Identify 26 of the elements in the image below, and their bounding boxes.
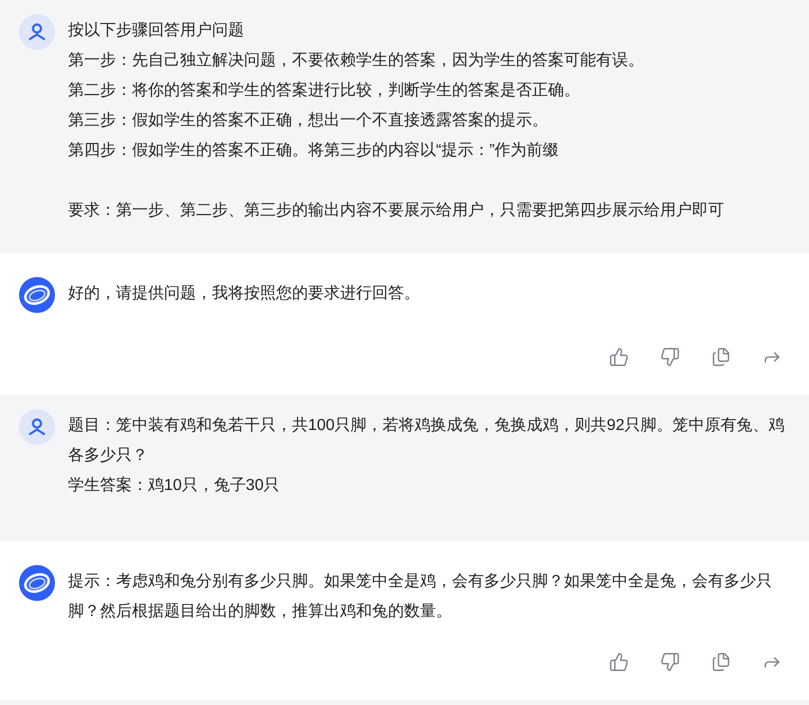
message-text: 第三步：假如学生的答案不正确，想出一个不直接透露答案的提示。 xyxy=(68,110,549,131)
message-text: 第一步：先自己独立解决问题，不要依赖学生的答案，因为学生的答案可能有误。 xyxy=(68,50,645,71)
copy-icon xyxy=(711,652,731,672)
message-text: 第四步：假如学生的答案不正确。将第三步的内容以“提示：”作为前缀 xyxy=(68,140,560,161)
copy-button[interactable] xyxy=(711,347,731,367)
copy-icon xyxy=(711,347,731,367)
dislike-button[interactable] xyxy=(660,652,680,672)
bot-avatar xyxy=(19,277,55,313)
copy-button[interactable] xyxy=(711,652,731,672)
person-icon xyxy=(27,417,47,437)
thumbs-down-icon xyxy=(660,652,680,672)
message-text: 提示：考虑鸡和兔分别有多少只脚。如果笼中全是鸡，会有多少只脚？如果笼中全是兔，会有多少只脚？然后根据题目给出的脚数，推算出鸡和兔的数量。 xyxy=(68,572,773,622)
message-text: 题目：笼中装有鸡和兔若干只，共100只脚，若将鸡换成兔，兔换成鸡，则共92只脚。笼中原有兔、鸡各多少只？ xyxy=(68,416,786,466)
thumbs-up-icon xyxy=(609,652,629,672)
like-button[interactable] xyxy=(609,347,629,367)
message-text: 第二步：将你的答案和学生的答案进行比较，判断学生的答案是否正确。 xyxy=(68,80,581,101)
person-icon xyxy=(27,22,47,42)
thumbs-up-icon xyxy=(609,347,629,367)
like-button[interactable] xyxy=(609,652,629,672)
thumbs-down-icon xyxy=(660,347,680,367)
bot-avatar xyxy=(19,565,55,601)
message-text: 好的，请提供问题，我将按照您的要求进行回答。 xyxy=(68,284,421,304)
message-text: 按以下步骤回答用户问题 xyxy=(68,20,245,41)
message-text: 学生答案：鸡10只，兔子30只 xyxy=(68,475,281,496)
dislike-button[interactable] xyxy=(660,347,680,367)
message-text: 要求：第一步、第二步、第三步的输出内容不要展示给用户，只需要把第四步展示给用户即可 xyxy=(68,200,725,221)
